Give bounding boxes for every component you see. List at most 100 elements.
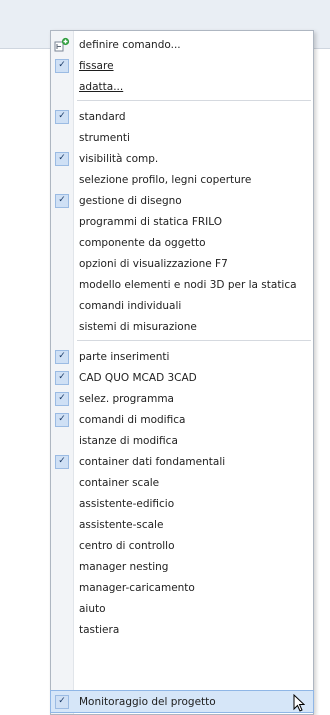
menu-item-icon-cell xyxy=(51,169,73,190)
checkmark-icon: ✓ xyxy=(55,694,69,709)
menu-item[interactable]: assistente-scale xyxy=(51,514,313,535)
menu-item-icon-cell: ✓ xyxy=(51,346,73,367)
menu-item-label: definire comando... xyxy=(79,38,181,51)
menu-item-label: comandi di modifica xyxy=(79,413,186,426)
toolbar-context-menu: definire comando... ✓ fissare adatta... ✓ sta… xyxy=(50,30,314,715)
menu-item[interactable]: ✓ standard xyxy=(51,106,313,127)
menu-item-icon-cell xyxy=(51,232,73,253)
menu-item-label: CAD QUO MCAD 3CAD xyxy=(79,371,197,384)
checkmark-icon: ✓ xyxy=(55,109,69,124)
menu-item[interactable]: adatta... xyxy=(51,76,313,97)
menu-item-label: opzioni di visualizzazione F7 xyxy=(79,257,228,270)
menu-item-icon-cell xyxy=(51,430,73,451)
menu-item-icon-cell xyxy=(51,535,73,556)
menu-item-label: container dati fondamentali xyxy=(79,455,226,468)
menu-item[interactable]: programmi di statica FRILO xyxy=(51,211,313,232)
menu-item[interactable]: opzioni di visualizzazione F7 xyxy=(51,253,313,274)
menu-item[interactable]: ✓ container dati fondamentali xyxy=(51,451,313,472)
menu-item[interactable]: tastiera xyxy=(51,619,313,640)
menu-item-label: aiuto xyxy=(79,602,106,615)
menu-separator xyxy=(77,340,311,341)
menu-item-label: modello elementi e nodi 3D per la static… xyxy=(79,278,297,291)
menu-item-label: assistente-edificio xyxy=(79,497,175,510)
menu-item-label: assistente-scale xyxy=(79,518,164,531)
menu-item[interactable]: aiuto xyxy=(51,598,313,619)
menu-item-icon-cell: ✓ xyxy=(51,451,73,472)
menu-item-icon-cell: ✓ xyxy=(51,106,73,127)
menu-item-icon-cell xyxy=(51,514,73,535)
checkmark-icon: ✓ xyxy=(55,151,69,166)
checkmark-icon: ✓ xyxy=(55,58,69,73)
menu-item[interactable]: sistemi di misurazione xyxy=(51,316,313,337)
menu-item[interactable]: comandi individuali xyxy=(51,295,313,316)
menu-item-icon-cell xyxy=(51,556,73,577)
menu-item-label: fissare xyxy=(79,59,114,72)
menu-item-label: standard xyxy=(79,110,126,123)
menu-item-icon-cell xyxy=(51,274,73,295)
define-command-icon xyxy=(54,37,70,51)
checkmark-icon: ✓ xyxy=(55,454,69,469)
menu-separator xyxy=(77,100,311,101)
menu-item-icon-cell: ✓ xyxy=(51,388,73,409)
checkmark-icon: ✓ xyxy=(55,391,69,406)
menu-item-label: manager-caricamento xyxy=(79,581,195,594)
checkmark-icon: ✓ xyxy=(55,193,69,208)
menu-item[interactable]: ✓ gestione di disegno xyxy=(51,190,313,211)
menu-item[interactable]: ✓ CAD QUO MCAD 3CAD xyxy=(51,367,313,388)
menu-item-icon-cell: ✓ xyxy=(51,190,73,211)
checkmark-icon: ✓ xyxy=(55,349,69,364)
menu-item-label: componente da oggetto xyxy=(79,236,206,249)
menu-item-icon-cell xyxy=(51,493,73,514)
menu-item[interactable]: strumenti xyxy=(51,127,313,148)
menu-item[interactable]: ✓ parte inserimenti xyxy=(51,346,313,367)
menu-item[interactable]: selezione profilo, legni coperture xyxy=(51,169,313,190)
menu-item[interactable]: componente da oggetto xyxy=(51,232,313,253)
menu-item-label: parte inserimenti xyxy=(79,350,170,363)
menu-item[interactable]: modello elementi e nodi 3D per la static… xyxy=(51,274,313,295)
menu-item-icon-cell xyxy=(51,316,73,337)
checkmark-icon: ✓ xyxy=(55,370,69,385)
menu-item-icon-cell xyxy=(51,472,73,493)
menu-item-icon-cell: ✓ xyxy=(51,55,73,76)
menu-item-icon-cell xyxy=(51,127,73,148)
menu-item-label: tastiera xyxy=(79,623,120,636)
menu-item-icon-cell: ✓ xyxy=(51,409,73,430)
menu-item[interactable]: manager nesting xyxy=(51,556,313,577)
menu-item-label: adatta... xyxy=(79,80,124,93)
menu-item-label: centro di controllo xyxy=(79,539,175,552)
menu-item[interactable]: centro di controllo xyxy=(51,535,313,556)
menu-item-icon-cell xyxy=(51,34,73,55)
menu-item-icon-cell xyxy=(51,211,73,232)
menu-item-label: comandi individuali xyxy=(79,299,182,312)
menu-item[interactable]: ✓ comandi di modifica xyxy=(51,409,313,430)
menu-item[interactable]: assistente-edificio xyxy=(51,493,313,514)
mouse-pointer-icon xyxy=(293,694,305,712)
menu-item-label: programmi di statica FRILO xyxy=(79,215,222,228)
menu-item-icon-cell xyxy=(51,598,73,619)
menu-item[interactable]: manager-caricamento xyxy=(51,577,313,598)
checkmark-icon: ✓ xyxy=(55,412,69,427)
menu-item-label: selezione profilo, legni coperture xyxy=(79,173,252,186)
menu-item-icon-cell xyxy=(51,619,73,640)
menu-item-label: visibilità comp. xyxy=(79,152,159,165)
menu-item-label: sistemi di misurazione xyxy=(79,320,197,333)
menu-item-icon-cell xyxy=(51,295,73,316)
menu-item[interactable]: definire comando... xyxy=(51,34,313,55)
menu-item-icon-cell xyxy=(51,76,73,97)
menu-item-label: gestione di disegno xyxy=(79,194,182,207)
menu-item-icon-cell: ✓ xyxy=(51,691,73,712)
menu-item-label: strumenti xyxy=(79,131,130,144)
menu-item-label: manager nesting xyxy=(79,560,169,573)
menu-item[interactable]: container scale xyxy=(51,472,313,493)
menu-item-label: Monitoraggio del progetto xyxy=(79,695,216,708)
menu-item-label: selez. programma xyxy=(79,392,174,405)
menu-item-label: istanze di modifica xyxy=(79,434,178,447)
menu-item-icon-cell: ✓ xyxy=(51,367,73,388)
menu-item[interactable]: istanze di modifica xyxy=(51,430,313,451)
menu-item[interactable]: ✓ selez. programma xyxy=(51,388,313,409)
menu-item[interactable]: ✓ Monitoraggio del progetto xyxy=(50,690,314,713)
menu-item[interactable]: ✓ fissare xyxy=(51,55,313,76)
menu-item[interactable]: ✓ visibilità comp. xyxy=(51,148,313,169)
menu-item-icon-cell xyxy=(51,253,73,274)
menu-item-icon-cell: ✓ xyxy=(51,148,73,169)
